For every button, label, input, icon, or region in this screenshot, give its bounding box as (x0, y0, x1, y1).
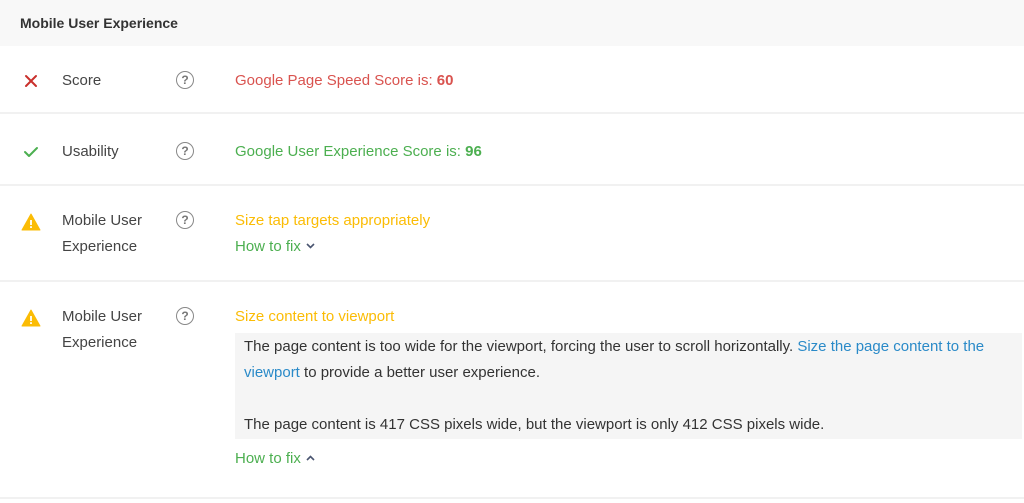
warning-triangle-icon (21, 309, 41, 497)
result-row-viewport: Mobile User Experience ? Size content to… (0, 282, 1024, 499)
result-message: Size tap targets appropriately (235, 212, 431, 229)
x-icon (24, 74, 38, 112)
row-label: Usability (62, 143, 119, 160)
result-row-score: Score ? Google Page Speed Score is: 60 (0, 46, 1024, 114)
row-label: Mobile User Experience (62, 308, 143, 351)
question-circle-icon[interactable]: ? (176, 307, 194, 325)
detail-text: to provide a better user experience. (299, 364, 540, 381)
chevron-up-icon (306, 446, 315, 472)
question-circle-icon[interactable]: ? (176, 211, 194, 229)
row-label: Mobile User Experience (62, 212, 143, 255)
message-prefix: Google Page Speed Score is: (235, 72, 437, 89)
section-header: Mobile User Experience (0, 0, 1024, 46)
question-circle-icon[interactable]: ? (176, 71, 194, 89)
detail-text: The page content is too wide for the vie… (244, 338, 798, 355)
row-label: Score (62, 72, 102, 89)
result-message: Size content to viewport (235, 308, 395, 325)
result-message: Google Page Speed Score is: 60 (235, 68, 1024, 112)
how-to-fix-label: How to fix (235, 238, 301, 255)
score-value: 60 (436, 72, 454, 89)
section-title: Mobile User Experience (20, 15, 178, 31)
result-row-usability: Usability ? Google User Experience Score… (0, 114, 1024, 186)
score-value: 96 (465, 143, 482, 160)
check-icon (23, 145, 39, 184)
detail-paragraph: The page content is too wide for the vie… (244, 334, 1014, 386)
detail-paragraph: The page content is 417 CSS pixels wide,… (244, 416, 825, 433)
how-to-fix-toggle[interactable]: How to fix (235, 234, 315, 260)
chevron-down-icon (306, 234, 315, 260)
how-to-fix-label: How to fix (235, 450, 301, 467)
result-row-tap-targets: Mobile User Experience ? Size tap target… (0, 186, 1024, 282)
how-to-fix-toggle[interactable]: How to fix (235, 446, 315, 472)
question-circle-icon[interactable]: ? (176, 142, 194, 160)
message-prefix: Google User Experience Score is: (235, 143, 466, 160)
fix-details-panel: The page content is too wide for the vie… (235, 333, 1022, 439)
result-message: Google User Experience Score is: 96 (235, 139, 1024, 184)
warning-triangle-icon (21, 213, 41, 280)
